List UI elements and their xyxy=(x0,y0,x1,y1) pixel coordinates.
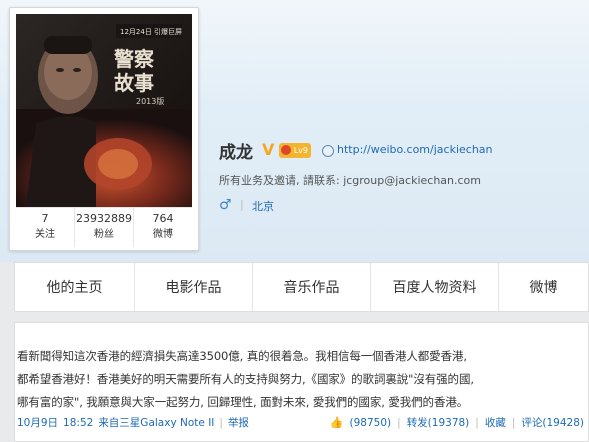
tab-weibo[interactable]: 微博 xyxy=(499,263,588,311)
stat-fans[interactable]: 23932889 粉丝 xyxy=(75,208,134,247)
profile-url-link[interactable]: http://weibo.com/jackiechan xyxy=(337,143,493,156)
male-gender-icon: ♂ xyxy=(219,197,232,213)
divider: | xyxy=(475,416,479,429)
profile-stats: 7 关注 23932889 粉丝 764 微博 xyxy=(16,207,192,247)
profile-description: 所有业务及邀请, 請联系: jcgroup@jackiechan.com xyxy=(219,174,482,187)
tab-music[interactable]: 音乐作品 xyxy=(253,263,371,311)
post-meta: 10月9日 18:52 来自三星Galaxy Note II | 举报 xyxy=(17,415,249,430)
report-link[interactable]: 举报 xyxy=(228,415,249,430)
divider: | xyxy=(219,416,223,429)
tab-baidu-profile[interactable]: 百度人物资料 xyxy=(371,263,499,311)
profile-nav-tabs: 他的主页 电影作品 音乐作品 百度人物资料 微博 xyxy=(14,262,589,312)
divider: | xyxy=(240,198,244,211)
verified-v-icon[interactable]: V xyxy=(262,140,274,159)
poster-date-text: 12月24日 引爆巨屏 xyxy=(120,27,182,36)
post-text-line: 看新聞得知這次香港的經濟損失高達3500億, 真的很着急。我相信每一個香港人都愛… xyxy=(17,349,467,363)
stat-following[interactable]: 7 关注 xyxy=(16,208,75,247)
vip-level-icon[interactable]: Lv9 xyxy=(279,143,311,158)
profile-name: 成龙 xyxy=(219,143,253,163)
thumbs-up-icon[interactable]: 👍 xyxy=(330,416,344,429)
stat-fans-label: 粉丝 xyxy=(94,229,114,240)
poster-title-line2: 故事 xyxy=(114,71,154,95)
divider: | xyxy=(397,416,401,429)
stat-following-label: 关注 xyxy=(35,229,55,240)
stat-posts-count: 764 xyxy=(152,212,174,225)
stat-posts[interactable]: 764 微博 xyxy=(134,208,192,247)
comment-button[interactable]: 评论(19428) xyxy=(521,415,584,430)
poster-subtitle-text: 2013版 xyxy=(136,96,164,106)
tab-home[interactable]: 他的主页 xyxy=(15,263,135,311)
divider: | xyxy=(511,416,516,429)
avatar-card: 12月24日 引爆巨屏 警察 故事 2013版 7 关注 23932889 粉丝… xyxy=(9,7,199,251)
stat-fans-count: 23932889 xyxy=(76,212,132,225)
post-time-link[interactable]: 18:52 xyxy=(63,417,93,429)
tab-movies[interactable]: 电影作品 xyxy=(135,263,253,311)
avatar-poster-image: 12月24日 引爆巨屏 警察 故事 2013版 xyxy=(16,14,192,207)
post-actions: 👍 (98750) | 转发(19378) | 收藏 | 评论(19428) xyxy=(330,415,584,430)
post-text-line: 都希望香港好！香港美好的明天需要所有人的支持與努力,《國家》的歌詞裏說"沒有强的… xyxy=(17,372,474,386)
weibo-post: 看新聞得知這次香港的經濟損失高達3500億, 真的很着急。我相信每一個香港人都愛… xyxy=(14,322,589,442)
stat-following-count: 7 xyxy=(41,212,49,225)
repost-button[interactable]: 转发(19378) xyxy=(407,415,470,430)
post-source-link[interactable]: 来自三星Galaxy Note II xyxy=(98,415,214,430)
favorite-button[interactable]: 收藏 xyxy=(485,415,506,430)
post-text: 看新聞得知這次香港的經濟損失高達3500億, 真的很着急。我相信每一個香港人都愛… xyxy=(17,345,587,414)
stat-posts-label: 微博 xyxy=(153,229,173,240)
link-icon xyxy=(322,145,334,157)
poster-title-line1: 警察 xyxy=(114,47,155,71)
post-text-line: 哪有富的家", 我願意與大家一起努力, 回歸理性, 面對未來, 愛我們的國家, … xyxy=(17,395,469,409)
location-link[interactable]: 北京 xyxy=(252,198,274,214)
post-date-link[interactable]: 10月9日 xyxy=(17,415,58,430)
avatar[interactable]: 12月24日 引爆巨屏 警察 故事 2013版 xyxy=(16,14,192,207)
like-button[interactable]: (98750) xyxy=(350,417,392,429)
